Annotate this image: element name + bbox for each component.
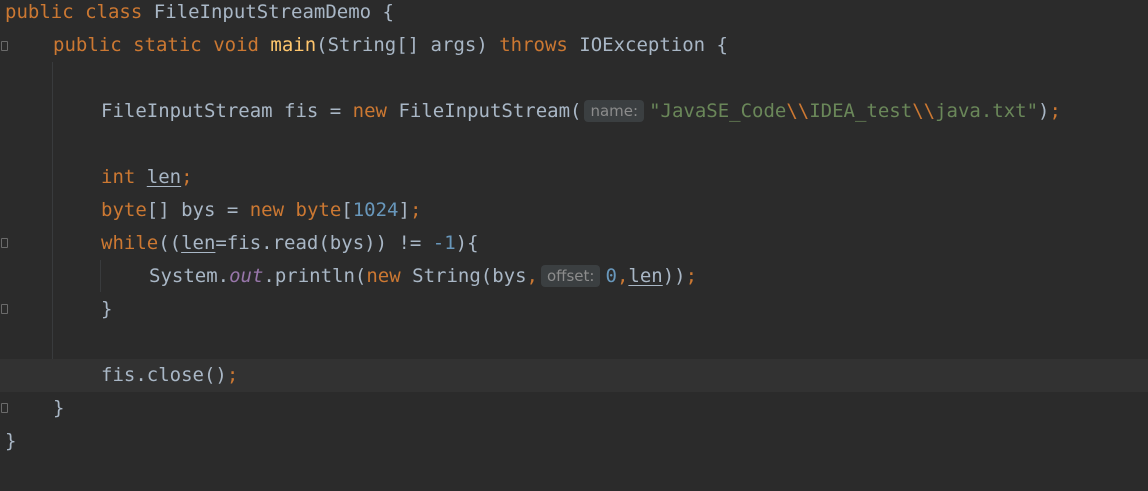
parameter-hint: offset: — [540, 265, 601, 287]
semicolon: ; — [685, 265, 698, 287]
keyword: new — [352, 100, 387, 122]
method-params: (String[] args) — [316, 34, 500, 56]
class-reference: System. — [149, 265, 230, 287]
bracket: ] — [398, 199, 410, 221]
brace: } — [5, 430, 17, 452]
code-line[interactable]: int len; — [0, 161, 1148, 194]
keyword: byte — [295, 199, 342, 221]
number-literal: -1 — [432, 232, 456, 254]
code-line[interactable]: byte[] bys = new byte[1024]; — [0, 194, 1148, 227]
current-code-line[interactable]: fis.close(); — [0, 359, 1148, 392]
method-name: main — [270, 34, 317, 56]
string-literal: IDEA_test — [809, 100, 913, 122]
number-literal: 0 — [605, 265, 617, 287]
constructor-call: String(bys — [400, 265, 527, 287]
number-literal: 1024 — [352, 199, 399, 221]
variable: len — [181, 232, 216, 254]
code-editor[interactable]: public class FileInputStreamDemo { publi… — [0, 0, 1148, 491]
bracket: [ — [341, 199, 353, 221]
string-literal: java.txt" — [935, 100, 1039, 122]
semicolon: ; — [409, 199, 422, 221]
keyword: public — [5, 1, 74, 23]
comma: , — [526, 265, 538, 287]
variable: len — [146, 166, 182, 188]
paren: (( — [158, 232, 182, 254]
paren: ){ — [455, 232, 479, 254]
declaration: [] bys = — [146, 199, 250, 221]
keyword: new — [249, 199, 285, 221]
keyword: while — [101, 232, 159, 254]
brace: } — [53, 397, 65, 419]
code-line[interactable]: FileInputStream fis = new FileInputStrea… — [0, 95, 1148, 128]
semicolon: ; — [1049, 100, 1061, 122]
code-line[interactable]: } — [0, 392, 1148, 425]
brace: } — [101, 298, 113, 320]
code-line[interactable]: } — [0, 425, 1148, 458]
keyword: void — [213, 34, 259, 56]
variable: len — [628, 265, 663, 287]
exception-type: IOException { — [567, 34, 728, 56]
comma: , — [616, 265, 629, 287]
parameter-hint: name: — [584, 100, 645, 122]
paren: )) — [662, 265, 686, 287]
semicolon: ; — [226, 364, 239, 386]
static-field: out — [229, 265, 264, 287]
keyword: new — [366, 265, 401, 287]
keyword: public — [53, 34, 122, 56]
keyword: throws — [499, 34, 568, 56]
code-line[interactable]: while((len=fis.read(bys)) != -1){ — [0, 227, 1148, 260]
keyword: static — [133, 34, 202, 56]
keyword: class — [85, 1, 143, 23]
escape-sequence: \\ — [786, 100, 810, 122]
code-line[interactable]: } — [0, 293, 1148, 326]
semicolon: ; — [181, 166, 193, 188]
code-line[interactable]: System.out.println(new String(bys, offset… — [0, 260, 1148, 293]
constructor-call: FileInputStream( — [387, 100, 582, 122]
code-line[interactable]: public class FileInputStreamDemo { — [0, 0, 1148, 29]
class-declaration: FileInputStreamDemo { — [153, 1, 394, 23]
expression: =fis.read(bys)) != — [215, 232, 433, 254]
paren: ) — [1038, 100, 1050, 122]
escape-sequence: \\ — [912, 100, 936, 122]
keyword: byte — [101, 199, 147, 221]
declaration: FileInputStream fis = — [101, 100, 353, 122]
method-call: .println( — [263, 265, 367, 287]
keyword: int — [101, 166, 136, 188]
code-line[interactable]: public static void main(String[] args) t… — [0, 29, 1148, 62]
string-literal: "JavaSE_Code — [649, 100, 787, 122]
method-call: fis.close() — [101, 364, 227, 386]
